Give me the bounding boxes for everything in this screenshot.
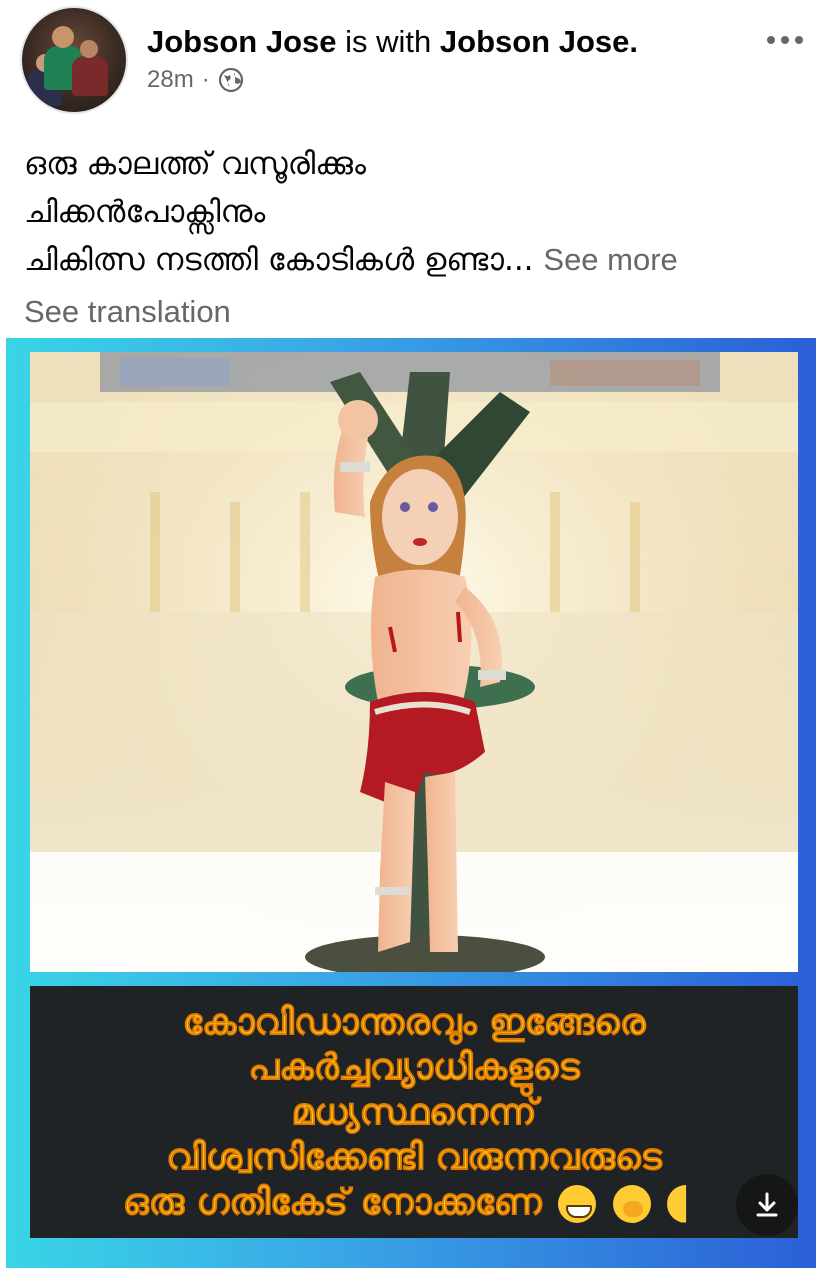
author-line: Jobson Jose is with Jobson Jose. [147,22,638,62]
see-more-link[interactable]: See more [543,242,677,277]
grinning-face-icon [558,1184,596,1223]
partial-emoji-icon [667,1184,687,1223]
caption-line-2: പകർച്ചവ്യാധികളുടെ [248,1046,580,1088]
post-text: ഒരു കാലത്ത് വസൂരിക്കും ചിക്കൻപോക്സിനും ച… [24,140,814,284]
post-text-line-3: ചികിത്സ നടത്തി കോടികൾ ഉണ്ടാ... See more [24,236,814,284]
post-text-line-1: ഒരു കാലത്ത് വസൂരിക്കും [24,146,366,182]
caption-line-1: കോവിഡാന്തരവും ഇങ്ങേരെ [182,1001,646,1043]
face-with-hand-over-mouth-icon [612,1184,651,1223]
download-icon[interactable] [736,1174,798,1236]
post-image[interactable]: കോവിഡാന്തരവും ഇങ്ങേരെ പകർച്ചവ്യാധികളുടെ … [6,338,816,1268]
post-text-line-3-content: ചികിത്സ നടത്തി കോടികൾ ഉണ്ടാ... [24,242,534,278]
caption-line-3: മധ്യസ്ഥനെന്ന് [291,1091,537,1133]
globe-icon [218,67,244,93]
post-header: Jobson Jose is with Jobson Jose. 28m · [0,0,827,118]
post-text-line-2: ചിക്കൻപോക്സിനും [24,194,266,230]
caption-line-5-row: ഒരു ഗതികേട് നോക്കണേ [123,1180,705,1225]
image-caption: കോവിഡാന്തരവും ഇങ്ങേരെ പകർച്ചവ്യാധികളുടെ … [30,986,798,1238]
caption-line-4: വിശ്വസിക്കേണ്ടി വരുന്നവരുടെ [166,1136,662,1178]
statue-photo [30,352,798,972]
see-translation-link[interactable]: See translation [24,294,231,330]
tagged-name[interactable]: Jobson Jose. [440,24,638,59]
author-name[interactable]: Jobson Jose [147,24,337,59]
caption-line-5: ഒരു ഗതികേട് നോക്കണേ [122,1181,542,1223]
meta-separator: · [201,66,210,93]
with-text: is with [345,24,432,59]
more-options-icon[interactable] [762,26,808,54]
author-avatar[interactable] [20,6,128,114]
post-time[interactable]: 28m [147,66,194,94]
post-meta: 28m · [147,66,244,94]
